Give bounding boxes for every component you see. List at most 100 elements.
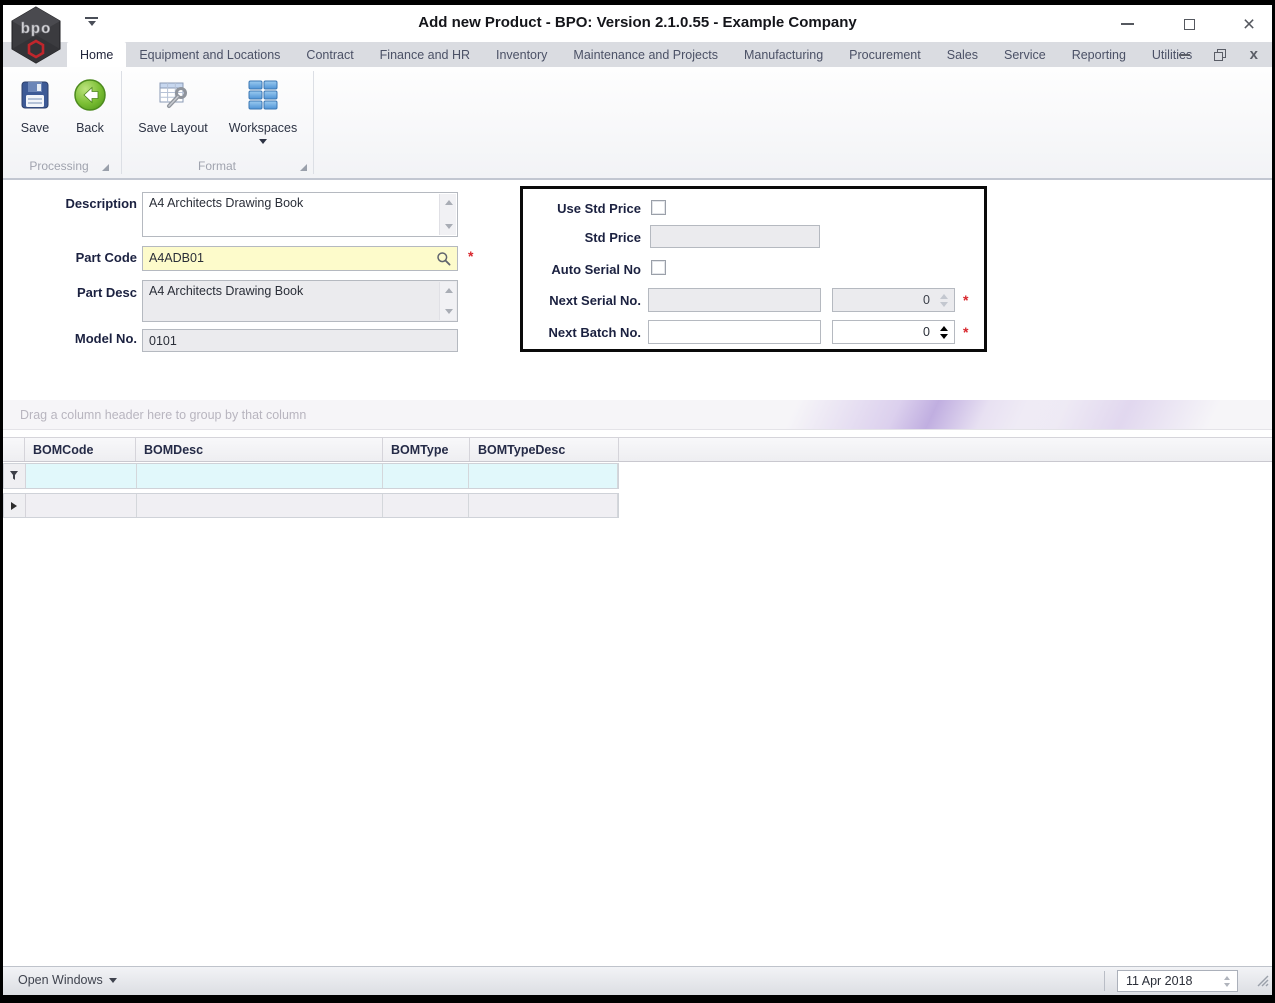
- next-batch-no-input[interactable]: [648, 320, 821, 344]
- next-serial-no-label: Next Serial No.: [549, 293, 641, 308]
- scrollbar[interactable]: [439, 282, 456, 320]
- grid-header-row: BOMCode BOMDesc BOMType BOMTypeDesc: [3, 437, 1272, 462]
- required-marker: *: [468, 248, 474, 264]
- next-serial-no-input[interactable]: [648, 288, 821, 312]
- date-editor[interactable]: 11 Apr 2018: [1117, 970, 1238, 992]
- spin-up-icon[interactable]: [940, 293, 948, 299]
- row-arrow-icon: [11, 501, 18, 510]
- tab-home[interactable]: Home: [67, 42, 127, 67]
- model-no-value: 0101: [149, 334, 177, 348]
- back-arrow-icon: [73, 75, 107, 115]
- cell-bomcode[interactable]: [25, 494, 137, 517]
- spin-up-icon[interactable]: [1224, 975, 1230, 980]
- cell-bomdesc[interactable]: [136, 494, 383, 517]
- next-batch-no-label: Next Batch No.: [548, 325, 641, 340]
- required-marker: *: [963, 292, 969, 308]
- spin-down-icon[interactable]: [1224, 982, 1230, 987]
- spin-down-icon[interactable]: [940, 301, 948, 307]
- serial-pricing-panel: Use Std Price Std Price Auto Serial No N…: [520, 186, 987, 352]
- tab-inventory[interactable]: Inventory: [483, 42, 560, 67]
- row-indicator: [4, 494, 26, 517]
- grid-group-by-panel[interactable]: Drag a column header here to group by th…: [3, 400, 1272, 430]
- save-layout-button[interactable]: Save Layout: [131, 75, 215, 153]
- statusbar-separator: [1104, 971, 1105, 991]
- model-no-input[interactable]: 0101: [142, 329, 458, 352]
- resize-grip[interactable]: [1256, 974, 1269, 992]
- filter-cell-bomtypedesc[interactable]: [469, 464, 618, 488]
- open-windows-label: Open Windows: [18, 973, 103, 987]
- tab-manufacturing[interactable]: Manufacturing: [731, 42, 836, 67]
- column-header-bomcode[interactable]: BOMCode: [25, 438, 136, 461]
- use-std-price-checkbox[interactable]: [651, 200, 666, 215]
- close-icon: x: [1249, 46, 1258, 63]
- save-floppy-icon: [19, 75, 51, 115]
- group-by-hint: Drag a column header here to group by th…: [20, 407, 307, 422]
- restore-icon: [1213, 48, 1226, 61]
- ribbon: Save Back Save Layout Workspaces Process…: [3, 67, 1272, 180]
- tab-maintenance-and-projects[interactable]: Maintenance and Projects: [560, 42, 731, 67]
- tab-reporting[interactable]: Reporting: [1059, 42, 1139, 67]
- grid-filter-row: [3, 463, 619, 489]
- grid-data-row: [3, 493, 619, 518]
- use-std-price-label: Use Std Price: [557, 201, 641, 216]
- filter-cell-bomtype[interactable]: [382, 464, 470, 488]
- workspaces-button[interactable]: Workspaces: [223, 75, 303, 153]
- mdi-close-button[interactable]: x: [1250, 47, 1258, 62]
- column-header-bomtypedesc[interactable]: BOMTypeDesc: [470, 438, 619, 461]
- description-input[interactable]: A4 Architects Drawing Book: [142, 192, 458, 237]
- tab-sales[interactable]: Sales: [934, 42, 991, 67]
- scrollbar[interactable]: [439, 194, 456, 235]
- std-price-label: Std Price: [584, 230, 641, 245]
- back-button[interactable]: Back: [65, 75, 115, 153]
- column-header-bomtype[interactable]: BOMType: [383, 438, 470, 461]
- part-desc-value: A4 Architects Drawing Book: [149, 284, 304, 298]
- window-title: Add new Product - BPO: Version 2.1.0.55 …: [418, 14, 857, 31]
- part-desc-input[interactable]: A4 Architects Drawing Book: [142, 280, 458, 322]
- column-header-bomdesc[interactable]: BOMDesc: [136, 438, 383, 461]
- tab-service[interactable]: Service: [991, 42, 1059, 67]
- scroll-up-icon: [445, 200, 453, 205]
- search-icon[interactable]: [436, 251, 452, 270]
- close-button[interactable]: ×: [1235, 13, 1263, 35]
- workspaces-grid-icon: [247, 75, 279, 115]
- mdi-minimize-button[interactable]: [1178, 53, 1190, 56]
- logo-text: bpo: [21, 20, 52, 37]
- save-layout-icon: [156, 75, 190, 115]
- tab-procurement[interactable]: Procurement: [836, 42, 934, 67]
- spin-up-icon[interactable]: [940, 325, 948, 331]
- mdi-restore-button[interactable]: [1213, 48, 1226, 61]
- scroll-down-icon: [445, 224, 453, 229]
- group-processing-label: Processing: [29, 159, 89, 173]
- next-batch-no-spinner[interactable]: 0: [832, 320, 955, 344]
- save-button[interactable]: Save: [11, 75, 59, 153]
- spin-down-icon[interactable]: [940, 333, 948, 339]
- workspaces-button-label: Workspaces: [228, 121, 298, 135]
- ribbon-tab-strip: Home Equipment and Locations Contract Fi…: [3, 42, 1272, 67]
- back-button-label: Back: [76, 121, 104, 135]
- cell-bomtypedesc[interactable]: [469, 494, 618, 517]
- form-content: Description A4 Architects Drawing Book P…: [3, 180, 1272, 966]
- tab-finance-and-hr[interactable]: Finance and HR: [367, 42, 483, 67]
- std-price-input[interactable]: [650, 225, 820, 248]
- maximize-button[interactable]: [1175, 13, 1203, 35]
- ribbon-group-separator: [313, 71, 314, 174]
- tab-equipment-and-locations[interactable]: Equipment and Locations: [126, 42, 293, 67]
- dialog-launcher-icon[interactable]: [102, 164, 109, 171]
- open-windows-dropdown[interactable]: Open Windows: [18, 973, 117, 987]
- status-bar: Open Windows 11 Apr 2018: [3, 966, 1272, 995]
- ribbon-group-processing: Processing: [3, 156, 115, 176]
- filter-cell-bomcode[interactable]: [25, 464, 137, 488]
- auto-serial-no-checkbox[interactable]: [651, 260, 666, 275]
- maximize-icon: [1183, 18, 1195, 30]
- scroll-down-icon: [445, 309, 453, 314]
- minimize-button[interactable]: [1113, 13, 1141, 35]
- part-code-input[interactable]: A4ADB01: [142, 246, 458, 271]
- bpo-logo-icon: bpo: [7, 6, 65, 64]
- filter-cell-bomdesc[interactable]: [136, 464, 383, 488]
- chevron-down-icon: [108, 977, 117, 983]
- next-serial-no-spinner[interactable]: 0: [832, 288, 955, 312]
- cell-bomtype[interactable]: [382, 494, 470, 517]
- tab-contract[interactable]: Contract: [293, 42, 366, 67]
- required-marker: *: [963, 324, 969, 340]
- dialog-launcher-icon[interactable]: [300, 164, 307, 171]
